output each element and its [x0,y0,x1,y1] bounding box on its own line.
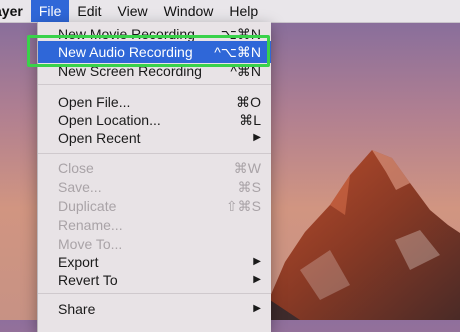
submenu-arrow-icon: ▶ [253,303,261,314]
menubar-window[interactable]: Window [156,0,222,22]
menu-item-label: Open Recent [58,130,141,146]
menu-item-open-recent[interactable]: Open Recent ▶ [38,127,271,149]
menu-bar: ayer File Edit View Window Help [0,0,460,23]
menubar-edit[interactable]: Edit [69,0,109,22]
menubar-app-name[interactable]: ayer [0,0,31,22]
menu-separator [38,293,271,294]
submenu-arrow-icon: ▶ [253,132,261,143]
menu-item-revert-to[interactable]: Revert To ▶ [38,269,271,291]
menubar-view[interactable]: View [110,0,156,22]
menu-item-label: Share [58,301,96,317]
menubar-help[interactable]: Help [221,0,266,22]
file-menu-dropdown: New Movie Recording ⌥⌘N New Audio Record… [37,22,271,332]
menu-separator [38,153,271,154]
submenu-arrow-icon: ▶ [253,274,261,285]
menu-item-share[interactable]: Share ▶ [38,298,271,320]
highlight-annotation-box [27,35,270,67]
menubar-file[interactable]: File [30,0,70,22]
menu-separator [38,84,271,85]
menu-item-label: Revert To [58,272,118,288]
